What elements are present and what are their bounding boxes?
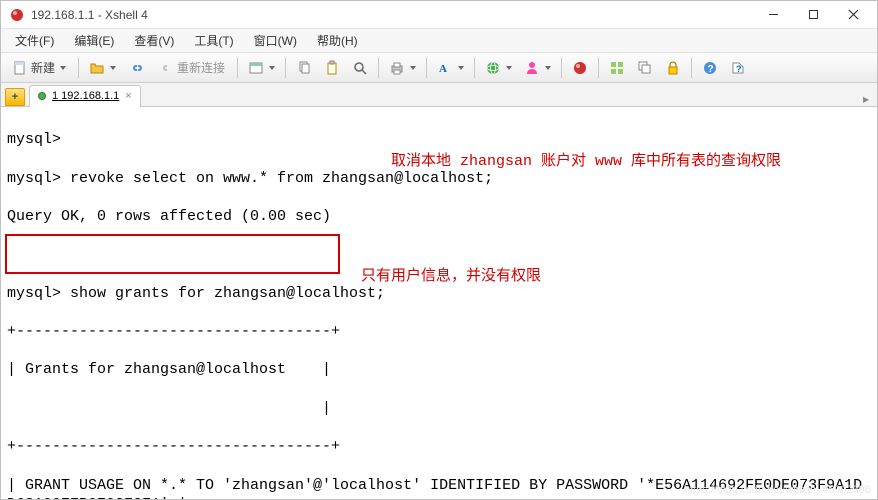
tile-button[interactable] (604, 56, 630, 80)
svg-text:Α: Α (439, 63, 447, 75)
window-title: 192.168.1.1 - Xshell 4 (31, 8, 753, 22)
separator (474, 58, 475, 78)
chevron-down-icon (545, 66, 551, 70)
open-button[interactable] (84, 56, 121, 80)
close-button[interactable] (833, 1, 873, 29)
menubar: 文件(F) 编辑(E) 查看(V) 工具(T) 窗口(W) 帮助(H) (1, 29, 877, 53)
copy-button[interactable] (291, 56, 317, 80)
menu-window[interactable]: 窗口(W) (246, 30, 305, 51)
lock-button[interactable] (660, 56, 686, 80)
annotation-1: 取消本地 zhangsan 账户对 www 库中所有表的查询权限 (391, 152, 781, 171)
chevron-right-icon: ▸ (863, 92, 869, 106)
session-button[interactable] (567, 56, 593, 80)
chevron-down-icon (506, 66, 512, 70)
terminal-line: mysql> (7, 131, 61, 148)
web-button[interactable] (480, 56, 517, 80)
tab-close-button[interactable]: × (125, 90, 131, 102)
terminal[interactable]: mysql> mysql> revoke select on www.* fro… (1, 107, 877, 499)
svg-text:?: ? (736, 64, 742, 74)
link-button[interactable] (123, 56, 149, 80)
terminal-line: +-----------------------------------+ (7, 438, 340, 455)
app-icon (9, 7, 25, 23)
separator (378, 58, 379, 78)
minimize-button[interactable] (753, 1, 793, 29)
chevron-down-icon (458, 66, 464, 70)
menu-help[interactable]: 帮助(H) (309, 30, 366, 51)
chevron-down-icon (110, 66, 116, 70)
menu-file[interactable]: 文件(F) (7, 30, 62, 51)
separator (285, 58, 286, 78)
tabbar: + 1 192.168.1.1 × ▸ (1, 83, 877, 107)
reconnect-button-label: 重新连接 (177, 59, 225, 76)
separator (78, 58, 79, 78)
annotation-2: 只有用户信息，并没有权限 (361, 267, 541, 286)
new-button-label: 新建 (31, 59, 55, 76)
properties-button[interactable] (243, 56, 280, 80)
separator (426, 58, 427, 78)
terminal-line: Query OK, 0 rows affected (0.00 sec) (7, 208, 331, 225)
whatsthis-button[interactable]: ? (725, 56, 751, 80)
terminal-line: mysql> revoke select on www.* from zhang… (7, 170, 493, 187)
terminal-line: | Grants for zhangsan@localhost | (7, 361, 331, 378)
titlebar: 192.168.1.1 - Xshell 4 (1, 1, 877, 29)
watermark: https://blog.csdn.net/weixin_46902396 (684, 483, 871, 497)
menu-edit[interactable]: 编辑(E) (66, 30, 122, 51)
highlight-box (5, 234, 340, 274)
session-tab[interactable]: 1 192.168.1.1 × (29, 85, 141, 107)
font-button[interactable]: Α (432, 56, 469, 80)
paste-button[interactable] (319, 56, 345, 80)
reconnect-button[interactable]: 重新连接 (151, 56, 232, 80)
separator (691, 58, 692, 78)
status-dot-icon (38, 92, 46, 100)
chevron-down-icon (269, 66, 275, 70)
tab-overflow-button[interactable]: ▸ (859, 92, 873, 106)
toolbar: 新建 重新连接 Α (1, 53, 877, 83)
terminal-line: mysql> show grants for zhangsan@localhos… (7, 285, 385, 302)
cascade-button[interactable] (632, 56, 658, 80)
chevron-down-icon (60, 66, 66, 70)
separator (237, 58, 238, 78)
maximize-button[interactable] (793, 1, 833, 29)
add-tab-button[interactable]: + (5, 88, 25, 106)
window-controls (753, 1, 873, 29)
svg-text:?: ? (708, 64, 714, 75)
plus-icon: + (12, 91, 18, 103)
separator (561, 58, 562, 78)
chevron-down-icon (410, 66, 416, 70)
menu-view[interactable]: 查看(V) (126, 30, 182, 51)
print-button[interactable] (384, 56, 421, 80)
user-button[interactable] (519, 56, 556, 80)
help-button[interactable]: ? (697, 56, 723, 80)
search-button[interactable] (347, 56, 373, 80)
menu-tool[interactable]: 工具(T) (186, 30, 241, 51)
terminal-line: +-----------------------------------+ (7, 323, 340, 340)
tab-label: 1 192.168.1.1 (52, 90, 119, 102)
separator (598, 58, 599, 78)
new-button[interactable]: 新建 (5, 56, 73, 80)
terminal-line: | (7, 400, 331, 417)
